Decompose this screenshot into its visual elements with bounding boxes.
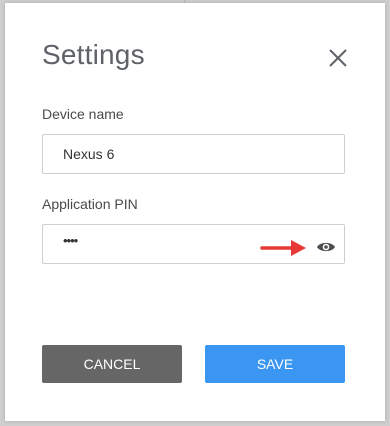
save-button[interactable]: SAVE xyxy=(205,345,345,383)
dialog-title: Settings xyxy=(42,39,145,70)
device-name-value: Nexus 6 xyxy=(63,146,115,162)
settings-dialog: Settings Device name Nexus 6 Application… xyxy=(5,3,385,421)
cancel-button[interactable]: CANCEL xyxy=(42,345,182,383)
red-arrow-icon xyxy=(260,237,308,259)
device-name-field[interactable]: Nexus 6 xyxy=(42,134,345,174)
application-pin-label: Application PIN xyxy=(42,196,138,212)
device-name-label: Device name xyxy=(42,106,124,122)
application-pin-value: •••• xyxy=(63,233,78,248)
close-icon[interactable] xyxy=(323,43,353,73)
eye-icon[interactable] xyxy=(316,240,336,254)
